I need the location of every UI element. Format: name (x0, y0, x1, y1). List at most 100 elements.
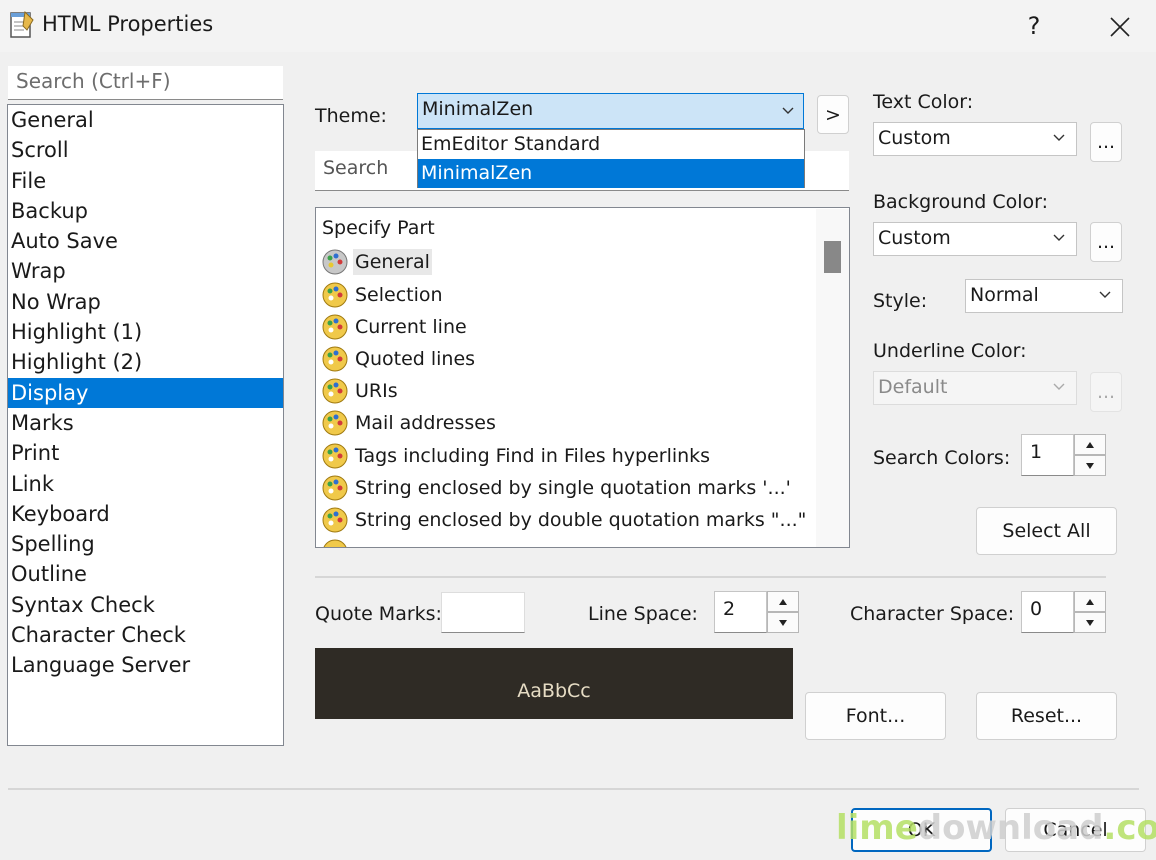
preview-box: AaBbCc (315, 648, 793, 719)
divider (315, 576, 1106, 578)
style-select[interactable]: Normal (965, 279, 1123, 313)
spin-down-button[interactable] (767, 612, 799, 633)
sidebar-item-syntax-check[interactable]: Syntax Check (8, 590, 283, 620)
spin-up-button[interactable] (1074, 434, 1106, 455)
underline-color-custom-button[interactable]: ... (1090, 372, 1122, 412)
spin-down-button[interactable] (1074, 455, 1106, 476)
sidebar-item-keyboard[interactable]: Keyboard (8, 499, 283, 529)
reset-button[interactable]: Reset... (976, 692, 1117, 740)
theme-label: Theme: (315, 105, 387, 127)
footer-divider (8, 788, 1139, 790)
palette-icon (322, 507, 348, 533)
character-space-label: Character Space: (850, 603, 1015, 625)
part-item-selection[interactable]: Selection (321, 279, 445, 311)
quote-marks-input[interactable] (441, 592, 525, 633)
part-list-header: Specify Part (322, 217, 435, 239)
chevron-down-icon (1053, 134, 1065, 141)
background-color-custom-button[interactable]: ... (1090, 222, 1122, 262)
sidebar-item-auto-save[interactable]: Auto Save (8, 226, 283, 256)
triangle-up-icon (779, 598, 787, 605)
search-colors-spinner[interactable] (1074, 434, 1106, 476)
select-all-button[interactable]: Select All (976, 507, 1117, 555)
close-icon (1110, 16, 1130, 37)
text-color-label: Text Color: (873, 91, 974, 113)
sidebar-item-language-server[interactable]: Language Server (8, 650, 283, 680)
part-item-tags[interactable]: Tags including Find in Files hyperlinks (321, 440, 712, 472)
palette-icon (322, 378, 348, 404)
chevron-down-icon (782, 107, 794, 114)
underline-color-label: Underline Color: (873, 340, 1027, 362)
palette-icon (322, 346, 348, 372)
font-button[interactable]: Font... (805, 692, 946, 740)
part-item-partial (321, 536, 353, 547)
theme-select[interactable]: MinimalZen (417, 93, 804, 129)
sidebar-item-spelling[interactable]: Spelling (8, 529, 283, 559)
sidebar-item-general[interactable]: General (8, 105, 283, 135)
sidebar-item-print[interactable]: Print (8, 438, 283, 468)
search-colors-input[interactable]: 1 (1021, 434, 1074, 476)
sidebar-item-marks[interactable]: Marks (8, 408, 283, 438)
background-color-select[interactable]: Custom (873, 222, 1077, 256)
quote-marks-label: Quote Marks: (315, 603, 442, 625)
sidebar-item-no-wrap[interactable]: No Wrap (8, 287, 283, 317)
style-label: Style: (873, 290, 928, 312)
sidebar-item-highlight-2[interactable]: Highlight (2) (8, 347, 283, 377)
line-space-input[interactable]: 2 (714, 591, 767, 633)
part-list: Specify Part General Selection Current l… (315, 207, 850, 548)
sidebar-item-highlight-1[interactable]: Highlight (1) (8, 317, 283, 347)
close-button[interactable] (1098, 4, 1142, 48)
triangle-up-icon (1086, 598, 1094, 605)
palette-icon (322, 249, 348, 275)
watermark: limedownload.com (836, 808, 1156, 848)
part-item-single-quote-string[interactable]: String enclosed by single quotation mark… (321, 472, 793, 504)
notepad-icon (8, 8, 36, 40)
category-search-input[interactable]: Search (Ctrl+F) (8, 66, 283, 100)
preview-text: AaBbCc (517, 679, 591, 702)
character-space-input[interactable]: 0 (1021, 591, 1074, 633)
sidebar-item-file[interactable]: File (8, 166, 283, 196)
part-item-quoted-lines[interactable]: Quoted lines (321, 343, 477, 375)
theme-next-button[interactable]: > (817, 95, 849, 134)
part-item-mail-addresses[interactable]: Mail addresses (321, 407, 498, 439)
theme-dropdown-list: EmEditor Standard MinimalZen (417, 129, 805, 188)
part-item-current-line[interactable]: Current line (321, 311, 469, 343)
sidebar-item-backup[interactable]: Backup (8, 196, 283, 226)
sidebar-item-scroll[interactable]: Scroll (8, 135, 283, 165)
part-item-double-quote-string[interactable]: String enclosed by double quotation mark… (321, 504, 808, 536)
search-colors-label: Search Colors: (873, 447, 1011, 469)
chevron-down-icon (1053, 234, 1065, 241)
spin-up-button[interactable] (767, 591, 799, 612)
theme-option-minimalzen[interactable]: MinimalZen (418, 159, 804, 188)
theme-option-emeditor-standard[interactable]: EmEditor Standard (418, 130, 804, 159)
background-color-label: Background Color: (873, 191, 1049, 213)
scrollbar-thumb[interactable] (824, 241, 841, 273)
chevron-down-icon (1099, 291, 1111, 298)
palette-icon (322, 314, 348, 340)
palette-icon (323, 539, 347, 547)
sidebar-item-link[interactable]: Link (8, 469, 283, 499)
part-item-general[interactable]: General (321, 246, 432, 278)
triangle-up-icon (1086, 441, 1094, 448)
line-space-spinner[interactable] (767, 591, 799, 633)
part-item-uris[interactable]: URIs (321, 375, 400, 407)
window-title: HTML Properties (42, 12, 214, 36)
spin-down-button[interactable] (1074, 612, 1106, 633)
sidebar-item-wrap[interactable]: Wrap (8, 256, 283, 286)
palette-icon (322, 282, 348, 308)
sidebar-item-character-check[interactable]: Character Check (8, 620, 283, 650)
sidebar-item-outline[interactable]: Outline (8, 559, 283, 589)
text-color-custom-button[interactable]: ... (1090, 122, 1122, 162)
triangle-down-icon (1086, 462, 1094, 469)
spin-up-button[interactable] (1074, 591, 1106, 612)
part-list-scrollbar[interactable] (816, 209, 849, 547)
underline-color-select[interactable]: Default (873, 371, 1077, 405)
category-list: General Scroll File Backup Auto Save Wra… (7, 104, 284, 746)
sidebar-item-display[interactable]: Display (8, 377, 283, 408)
triangle-down-icon (779, 619, 787, 626)
character-space-spinner[interactable] (1074, 591, 1106, 633)
triangle-down-icon (1086, 619, 1094, 626)
text-color-select[interactable]: Custom (873, 122, 1077, 156)
help-button[interactable]: ? (1012, 4, 1056, 48)
palette-icon (322, 410, 348, 436)
palette-icon (322, 443, 348, 469)
